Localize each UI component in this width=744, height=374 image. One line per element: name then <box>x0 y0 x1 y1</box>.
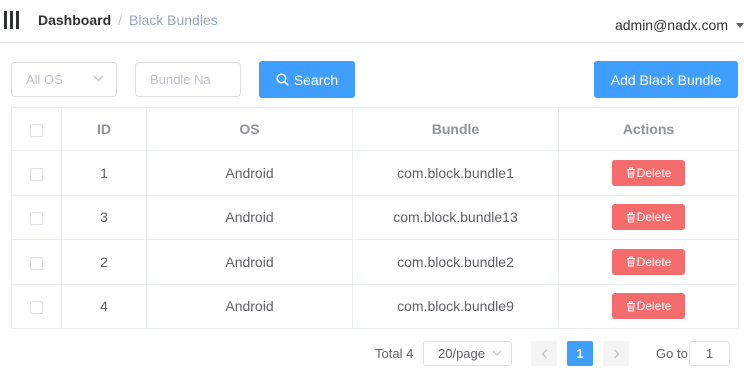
table-row: 4 Android com.block.bundle9 Delete <box>11 283 739 329</box>
select-all-cell <box>11 107 62 151</box>
trash-icon <box>626 167 635 178</box>
row-select-cell <box>11 194 62 240</box>
goto-label: Go to <box>656 346 688 361</box>
delete-button-label: Delete <box>636 254 672 269</box>
page-size-value: 20/page <box>438 346 485 361</box>
search-button[interactable]: Search <box>259 61 355 98</box>
row-actions: Delete <box>558 150 739 196</box>
table-row: 3 Android com.block.bundle13 Delete <box>11 194 739 240</box>
row-actions: Delete <box>558 283 739 329</box>
delete-button[interactable]: Delete <box>612 293 685 320</box>
delete-button[interactable]: Delete <box>612 248 685 275</box>
row-os: Android <box>146 150 353 196</box>
trash-icon <box>626 256 635 267</box>
row-bundle: com.block.bundle1 <box>352 150 559 196</box>
column-header-os: OS <box>146 107 353 151</box>
caret-down-icon <box>736 22 744 28</box>
page-number-current[interactable]: 1 <box>567 341 593 366</box>
search-button-label: Search <box>293 71 339 88</box>
add-black-bundle-button[interactable]: Add Black Bundle <box>594 61 738 98</box>
chevron-right-icon <box>613 349 619 358</box>
row-id: 1 <box>61 150 147 196</box>
chevron-left-icon <box>541 349 547 358</box>
delete-button-label: Delete <box>636 165 672 180</box>
trash-icon <box>626 212 635 223</box>
column-header-id: ID <box>61 107 147 151</box>
search-icon <box>276 73 289 86</box>
chevron-down-icon <box>93 75 104 82</box>
row-id: 4 <box>61 283 147 329</box>
row-actions: Delete <box>558 194 739 240</box>
next-page-button[interactable] <box>603 341 629 366</box>
user-email: admin@nadx.com <box>614 17 728 33</box>
row-checkbox[interactable] <box>30 301 43 315</box>
row-select-cell <box>11 239 62 285</box>
delete-button-label: Delete <box>636 299 672 314</box>
chevron-down-icon <box>492 350 502 356</box>
delete-button-label: Delete <box>636 210 672 225</box>
row-checkbox[interactable] <box>30 212 43 226</box>
bundle-name-input[interactable] <box>135 62 241 97</box>
page-size-select[interactable]: 20/page <box>423 341 512 366</box>
row-bundle: com.block.bundle2 <box>352 239 559 285</box>
row-actions: Delete <box>558 239 739 285</box>
breadcrumb-dashboard-link[interactable]: Dashboard <box>38 12 111 28</box>
delete-button[interactable]: Delete <box>612 204 685 231</box>
table-header-row: ID OS Bundle Actions <box>11 107 739 151</box>
row-bundle: com.block.bundle9 <box>352 283 559 329</box>
row-select-cell <box>11 150 62 196</box>
column-header-actions: Actions <box>558 107 739 151</box>
table-row: 2 Android com.block.bundle2 Delete <box>11 239 739 285</box>
row-select-cell <box>11 283 62 329</box>
breadcrumb-current: Black Bundles <box>129 12 218 28</box>
row-os: Android <box>146 239 353 285</box>
select-all-checkbox[interactable] <box>30 123 43 137</box>
prev-page-button[interactable] <box>531 341 557 366</box>
pagination-total: Total 4 <box>375 346 414 361</box>
row-bundle: com.block.bundle13 <box>352 194 559 240</box>
trash-icon <box>626 301 635 312</box>
row-checkbox[interactable] <box>30 167 43 181</box>
os-select[interactable]: All OS <box>11 62 117 97</box>
breadcrumb-separator: / <box>118 12 123 28</box>
add-button-label: Add Black Bundle <box>610 71 722 88</box>
table-row: 1 Android com.block.bundle1 Delete <box>11 150 739 196</box>
goto-page-input[interactable] <box>689 341 730 366</box>
user-dropdown[interactable]: admin@nadx.com <box>615 17 744 33</box>
os-select-placeholder: All OS <box>26 72 63 87</box>
row-os: Android <box>146 283 353 329</box>
column-header-bundle: Bundle <box>352 107 559 151</box>
black-bundles-table: ID OS Bundle Actions 1 Android com.block… <box>11 107 739 329</box>
row-os: Android <box>146 194 353 240</box>
hamburger-menu-icon[interactable] <box>4 11 20 29</box>
row-id: 3 <box>61 194 147 240</box>
delete-button[interactable]: Delete <box>612 159 685 186</box>
row-id: 2 <box>61 239 147 285</box>
top-navbar: Dashboard / Black Bundles admin@nadx.com <box>0 0 744 43</box>
row-checkbox[interactable] <box>30 256 43 270</box>
breadcrumb: Dashboard / Black Bundles <box>38 12 218 28</box>
